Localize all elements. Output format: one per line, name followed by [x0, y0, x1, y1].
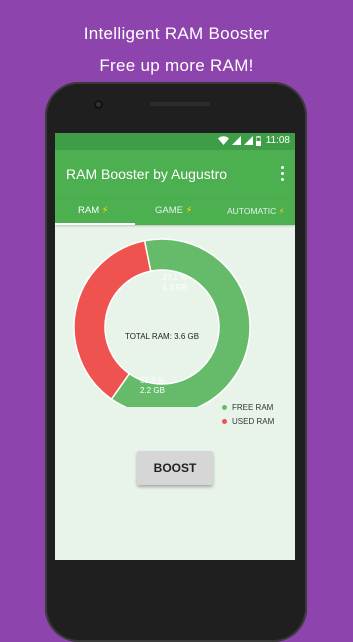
tab-label: GAME: [155, 205, 183, 216]
status-time: 11:08: [265, 135, 290, 146]
promo-headline: Intelligent RAM Booster: [83, 24, 270, 43]
used-percent-label: 37.1 %: [163, 273, 188, 282]
overflow-menu-icon[interactable]: [281, 166, 285, 182]
signal-icon: [243, 136, 253, 145]
legend-item-free: FREE RAM: [222, 403, 274, 412]
lightning-icon: ⚡: [101, 205, 109, 216]
free-size-label: 2.2 GB: [140, 386, 165, 395]
chart-legend: FREE RAM USED RAM: [222, 403, 274, 431]
legend-free-label: FREE RAM: [232, 403, 274, 412]
legend-used-label: USED RAM: [232, 417, 275, 426]
app-screen: 11:08 RAM Booster by Augustro RAM ⚡ GAME…: [55, 133, 295, 560]
app-title: RAM Booster by Augustro: [66, 166, 228, 182]
tab-label: AUTOMATIC: [227, 206, 277, 216]
used-size-label: 1.3 GB: [163, 283, 188, 292]
tab-label: RAM: [78, 205, 100, 216]
used-ram-dot: [222, 419, 227, 424]
tab-bar: RAM ⚡ GAME ⚡ AUTOMATIC ⚡: [55, 200, 295, 225]
free-percent-label: 62.9 %: [140, 376, 165, 385]
signal-icon: [231, 136, 241, 145]
tab-ram[interactable]: RAM ⚡: [78, 205, 108, 216]
front-camera-icon: [94, 100, 103, 109]
total-ram-label: TOTAL RAM: 3.6 GB: [125, 332, 199, 341]
tab-automatic[interactable]: AUTOMATIC ⚡: [227, 206, 285, 217]
promo-subheadline: Free up more RAM!: [99, 56, 254, 75]
tab-game[interactable]: GAME ⚡: [155, 205, 192, 216]
boost-button[interactable]: BOOST: [137, 451, 213, 485]
app-bar: RAM Booster by Augustro: [55, 150, 295, 200]
legend-item-used: USED RAM: [222, 417, 274, 426]
lightning-icon: ⚡: [185, 205, 193, 216]
battery-icon: [255, 135, 261, 146]
speaker-grille: [150, 102, 210, 106]
lightning-icon: ⚡: [278, 206, 285, 216]
status-bar: 11:08: [55, 133, 295, 150]
free-ram-dot: [222, 405, 227, 410]
tab-indicator: [55, 223, 135, 225]
wifi-icon: [217, 136, 229, 145]
ram-donut-chart: 37.1 % 1.3 GB TOTAL RAM: 3.6 GB 62.9 % 2…: [73, 238, 251, 407]
